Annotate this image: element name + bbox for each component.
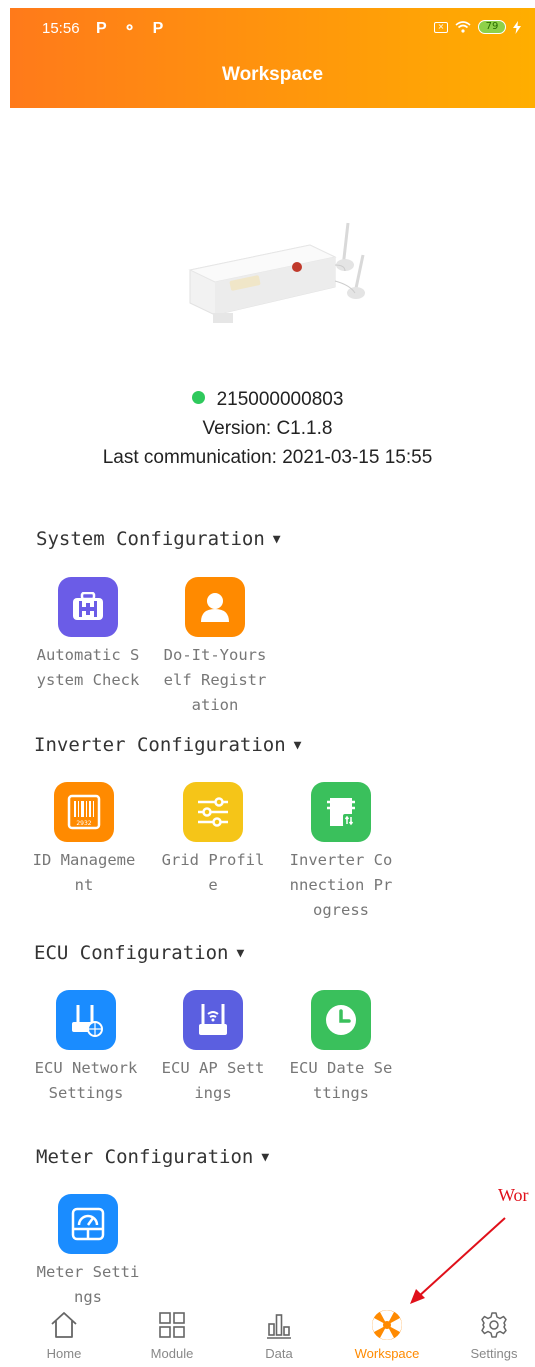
tile-label: Inverter Connection Progress [289,851,393,919]
tab-data[interactable]: Data [234,1307,324,1361]
medical-kit-icon [58,577,118,637]
caret-down-icon: ▼ [293,738,302,753]
device-version: Version: C1.1.8 [202,418,333,439]
tab-label: Workspace [354,1346,420,1361]
meter-icon [58,1194,118,1254]
tile-ecu-ap-settings[interactable]: ECU AP Settings [153,990,273,1106]
tile-label: ECU Date Settings [289,1059,393,1102]
tile-label: ECU AP Settings [161,1059,265,1102]
tab-label: Module [150,1346,194,1361]
charging-icon [513,20,521,34]
section-title: System Configuration [36,528,265,550]
tile-label: Do-It-Yourself Registration [163,646,267,714]
gear-icon [449,1307,535,1343]
online-status-dot [191,391,205,404]
inverter-icon [311,782,371,842]
grid-icon [127,1307,217,1343]
tab-label: Settings [470,1346,518,1361]
workspace-icon [342,1307,432,1343]
home-icon [19,1307,109,1343]
tab-label: Home [46,1346,82,1361]
tile-label: Grid Profile [161,851,265,894]
tile-grid-profile[interactable]: Grid Profile [153,782,273,898]
router-network-icon [56,990,116,1050]
tile-inverter-connection-progress[interactable]: Inverter Connection Progress [281,782,401,923]
bar-chart-icon [234,1307,324,1343]
section-system-configuration[interactable]: System Configuration ▼ [36,528,281,550]
tile-meter-settings[interactable]: Meter Settings [28,1194,148,1310]
status-bar: 15:56 P ⚬ P × 79 [10,8,535,50]
section-title: Meter Configuration [36,1146,254,1168]
caret-down-icon: ▼ [272,532,281,547]
section-title: Inverter Configuration [34,734,286,756]
status-right-icons: × 79 [434,20,521,34]
battery-icon: 79 [478,20,506,34]
tile-ecu-date-settings[interactable]: ECU Date Settings [281,990,401,1106]
annotation-label: Wor [498,1185,529,1205]
tile-label: ECU Network Settings [34,1059,138,1102]
caret-down-icon: ▼ [261,1150,270,1165]
section-ecu-configuration[interactable]: ECU Configuration ▼ [34,942,244,964]
device-serial-row: 215000000803 [0,385,535,414]
section-meter-configuration[interactable]: Meter Configuration ▼ [36,1146,269,1168]
section-inverter-configuration[interactable]: Inverter Configuration ▼ [34,734,302,756]
router-wifi-icon [183,990,243,1050]
tile-automatic-system-check[interactable]: Automatic System Check [28,577,148,693]
tile-label: ID Management [32,851,136,894]
page-title: Workspace [221,64,324,85]
sim-icon: × [434,21,448,33]
wifi-icon [455,21,471,33]
tile-label: Meter Settings [36,1263,140,1306]
app-header: 15:56 P ⚬ P × 79 Workspace [10,8,535,108]
clock-icon [311,990,371,1050]
tab-settings[interactable]: Settings [449,1307,535,1361]
section-title: ECU Configuration [34,942,229,964]
device-serial: 215000000803 [216,389,344,410]
device-info: 215000000803 Version: C1.1.8 Last commun… [0,385,535,472]
tile-diy-registration[interactable]: Do-It-Yourself Registration [155,577,275,718]
caret-down-icon: ▼ [236,946,245,961]
status-time: 15:56 [42,20,80,37]
notification-icons: P ⚬ P [96,20,170,37]
person-icon [185,577,245,637]
tab-home[interactable]: Home [19,1307,109,1361]
svg-text:2932: 2932 [76,820,91,827]
tile-ecu-network-settings[interactable]: ECU Network Settings [26,990,146,1106]
tab-workspace[interactable]: Workspace [342,1307,432,1361]
tile-label: Automatic System Check [36,646,140,689]
last-communication: Last communication: 2021-03-15 15:55 [102,447,433,468]
tile-id-management[interactable]: 2932 ID Management [24,782,144,898]
tab-module[interactable]: Module [127,1307,217,1361]
tab-label: Data [265,1346,293,1361]
ecu-device-image [188,222,365,323]
barcode-icon: 2932 [54,782,114,842]
sliders-icon [183,782,243,842]
bottom-tab-bar: Home Module Data Workspace Settings [0,1307,535,1367]
